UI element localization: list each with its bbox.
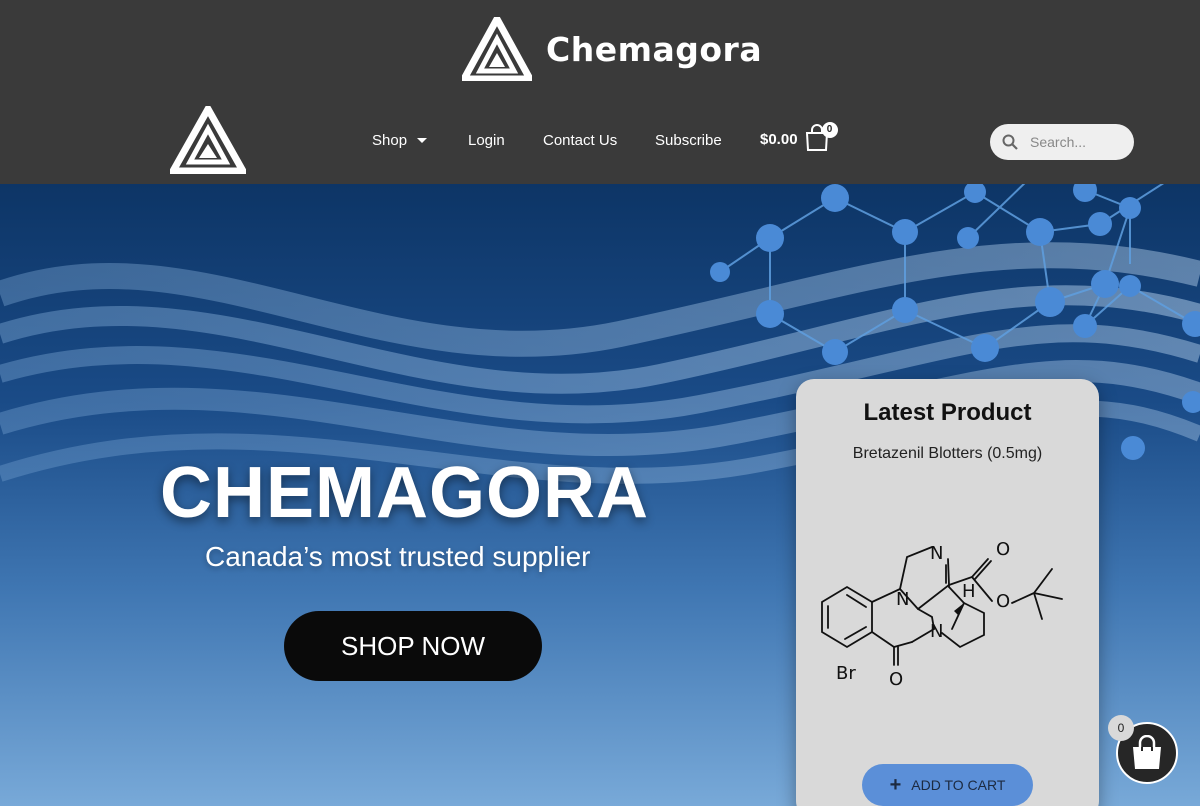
nav-item-label: Subscribe [655,132,722,149]
floating-cart-count-badge: 0 [1108,715,1134,741]
hero-subtitle: Canada’s most trusted supplier [205,541,591,572]
brand-name: Chemagora [546,29,763,69]
cart-total: $0.00 [760,130,798,148]
header-cart-button[interactable]: $0.00 0 [760,122,838,154]
nav-item-subscribe[interactable]: Subscribe [655,132,745,149]
logo-triangle-icon [462,17,532,81]
shop-now-button[interactable]: SHOP NOW [284,611,542,681]
atom-label: O [996,591,1010,612]
nav-item-label: Shop [372,132,408,149]
hero-title: CHEMAGORA [160,453,649,533]
add-to-cart-button[interactable]: + ADD TO CART [862,764,1033,806]
nav-logo-link[interactable] [167,101,249,179]
latest-product-card: Latest Product Bretazenil Blotters (0.5m… [796,379,1099,806]
hero-banner: CHEMAGORA Canada’s most trusted supplier… [0,184,1200,806]
product-structure-image[interactable]: N N N O O O H Br [812,507,1082,697]
product-name-link[interactable]: Bretazenil Blotters (0.5mg) [796,445,1099,463]
atom-label: N [896,589,909,610]
nav-item-contact-us[interactable]: Contact Us [543,132,655,149]
shopping-bag-icon [1133,735,1161,769]
main-nav: Shop Login Contact Us Subscribe $0.00 0 [0,100,1200,184]
brand-logo-link[interactable]: Chemagora [462,17,762,81]
add-to-cart-label: ADD TO CART [911,777,1006,793]
card-heading: Latest Product [863,399,1032,426]
plus-icon: + [889,773,902,796]
caret-down-icon [417,138,428,143]
search-icon [1002,134,1018,150]
atom-label: H [962,581,976,602]
atom-label: O [996,539,1010,560]
nav-item-shop[interactable]: Shop [372,132,468,149]
brand-bar: Chemagora [0,0,1200,100]
nav-item-label: Contact Us [543,132,618,149]
cart-count-badge: 0 [821,122,838,138]
nav-menu: Shop Login Contact Us Subscribe [372,132,745,149]
search-input[interactable] [1030,134,1126,150]
atom-label: Br [836,663,856,684]
atom-label: N [930,543,943,564]
nav-item-label: Login [468,132,505,149]
atom-label: N [930,621,943,642]
atom-label: O [889,669,903,690]
search-box [990,124,1134,160]
nav-item-login[interactable]: Login [468,132,543,149]
logo-triangle-icon [167,101,249,175]
